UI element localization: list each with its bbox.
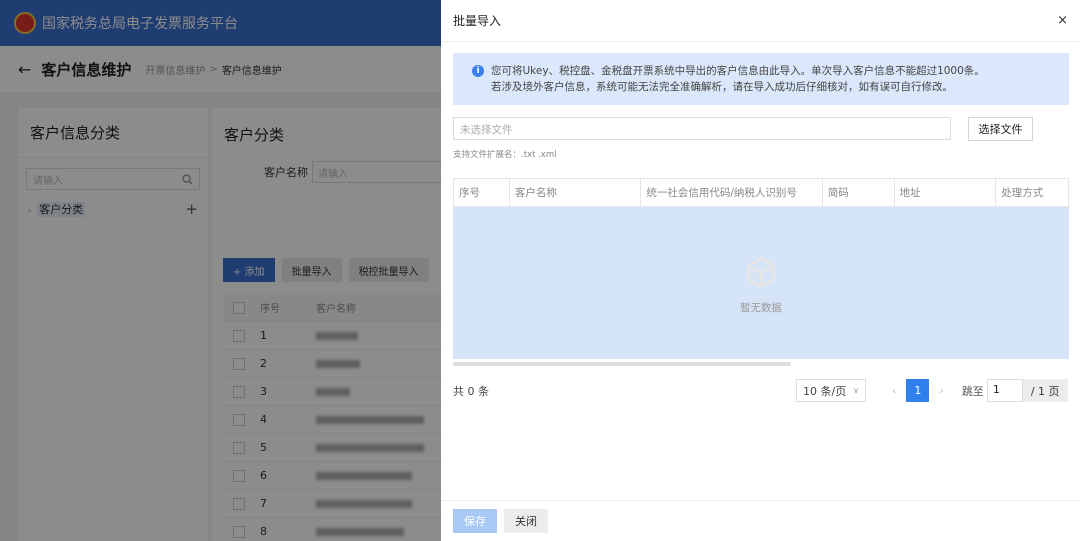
total-pages: / 1 页: [1022, 379, 1068, 402]
file-name-input[interactable]: 未选择文件: [453, 117, 951, 140]
choose-file-button[interactable]: 选择文件: [968, 117, 1033, 141]
drawer-footer: 保存 关闭: [441, 500, 1080, 541]
drawer-title: 批量导入: [453, 14, 502, 28]
import-notice: i 您可将Ukey、税控盘、金税盘开票系统中导出的客户信息由此导入。单次导入客户…: [453, 53, 1069, 105]
horizontal-scrollbar[interactable]: [453, 362, 791, 366]
next-page-icon[interactable]: ›: [939, 384, 943, 397]
page-size-select[interactable]: 10 条/页 ∨: [796, 379, 866, 402]
close-icon[interactable]: ×: [1057, 13, 1068, 28]
table-header: 序号 客户名称 统一社会信用代码/纳税人识别号 简码 地址 处理方式: [453, 178, 1069, 207]
total-count: 共 0 条: [453, 385, 489, 398]
table-empty-state: 暂无数据: [453, 207, 1069, 359]
prev-page-icon[interactable]: ‹: [892, 384, 896, 397]
notice-line-2: 若涉及境外客户信息，系统可能无法完全准确解析，请在导入成功后仔细核对，如有误可自…: [491, 81, 953, 93]
pagination: 10 条/页 ∨ ‹ 1 › 跳至 1 / 1 页: [796, 379, 1068, 402]
chevron-down-icon: ∨: [853, 386, 859, 395]
modal-overlay[interactable]: [0, 0, 441, 541]
column-header-customer-name: 客户名称: [510, 179, 642, 206]
page-number-current[interactable]: 1: [906, 379, 930, 402]
page-size-value: 10 条/页: [803, 384, 847, 398]
column-header-tax-id: 统一社会信用代码/纳税人识别号: [641, 179, 823, 206]
column-header-handling: 处理方式: [1001, 187, 1044, 199]
jump-page-input[interactable]: 1: [986, 379, 1023, 402]
jump-label: 跳至: [961, 384, 984, 398]
column-header-address: 地址: [895, 179, 997, 206]
notice-line-1: 您可将Ukey、税控盘、金税盘开票系统中导出的客户信息由此导入。单次导入客户信息…: [491, 65, 985, 77]
extension-hint: 支持文件扩展名：.txt .xml: [453, 150, 557, 160]
column-header-index: 序号: [454, 179, 510, 206]
close-button[interactable]: 关闭: [504, 509, 548, 533]
empty-box-icon: [747, 256, 775, 288]
empty-text: 暂无数据: [740, 301, 782, 314]
batch-import-drawer: 批量导入 × i 您可将Ukey、税控盘、金税盘开票系统中导出的客户信息由此导入…: [441, 0, 1080, 541]
import-preview-table: 序号 客户名称 统一社会信用代码/纳税人识别号 简码 地址 处理方式 暂无数据: [453, 178, 1069, 359]
info-icon: i: [472, 65, 484, 77]
drawer-header: 批量导入 ×: [441, 0, 1080, 42]
save-button[interactable]: 保存: [453, 509, 497, 533]
column-header-short-code: 简码: [823, 179, 895, 206]
